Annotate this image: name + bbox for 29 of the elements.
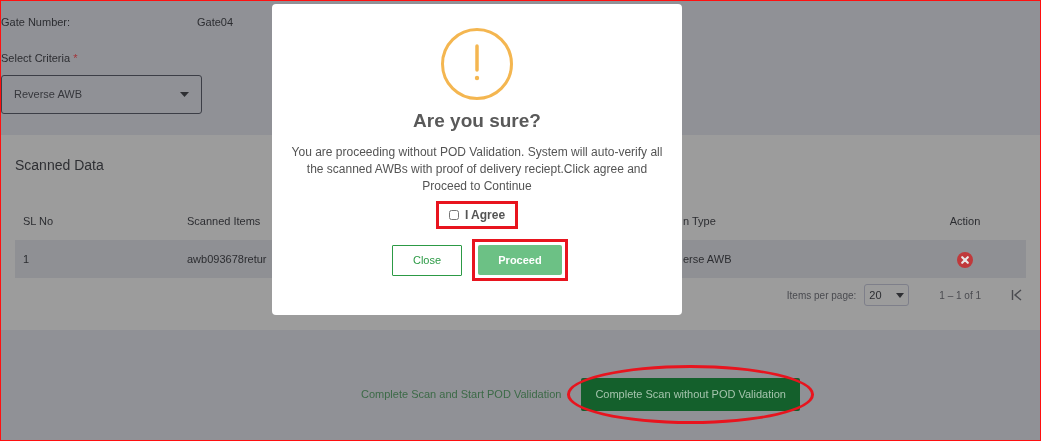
required-mark: *	[73, 52, 78, 64]
delete-icon[interactable]	[957, 251, 973, 268]
table-cell: erse AWB	[683, 252, 732, 265]
agree-checkbox[interactable]	[448, 209, 459, 220]
column-header: n Type	[683, 214, 716, 227]
gate-number-value: Gate04	[197, 15, 234, 30]
column-header: Scanned Items	[187, 214, 261, 227]
items-per-page-label: Items per page:	[786, 288, 857, 303]
dialog-title: Are you sure?	[412, 109, 542, 133]
proceed-button[interactable]: Proceed	[478, 245, 562, 275]
pod-validation-link[interactable]: Complete Scan and Start POD Validation	[361, 386, 562, 403]
first-page-icon[interactable]	[1011, 289, 1023, 301]
gate-number-label: Gate Number:	[1, 15, 72, 30]
page-size-select[interactable]: 20	[864, 284, 910, 306]
agree-label[interactable]: I Agree	[464, 207, 506, 222]
dialog-message: You are proceeding without POD Validation. System will auto-verify all the scanned AWBs with proof of delivery reciept.Click agree and Proceed to Continue	[290, 143, 664, 195]
warning-icon	[440, 27, 514, 101]
caret-icon	[180, 91, 189, 97]
criteria-label: Select Criteria	[1, 52, 71, 64]
caret-icon	[896, 292, 905, 298]
criteria-select[interactable]: Reverse AWB	[1, 74, 202, 114]
column-header: Action	[949, 214, 981, 227]
close-button[interactable]: Close	[392, 244, 462, 276]
section-title: Scanned Data	[15, 156, 104, 175]
column-header: SL No	[23, 214, 54, 227]
table-cell: 1	[23, 252, 30, 265]
complete-scan-button[interactable]: Complete Scan without POD Validation	[581, 378, 800, 411]
page-range: 1 – 1 of 1	[939, 288, 981, 303]
table-cell: awb093678retur	[187, 252, 267, 265]
